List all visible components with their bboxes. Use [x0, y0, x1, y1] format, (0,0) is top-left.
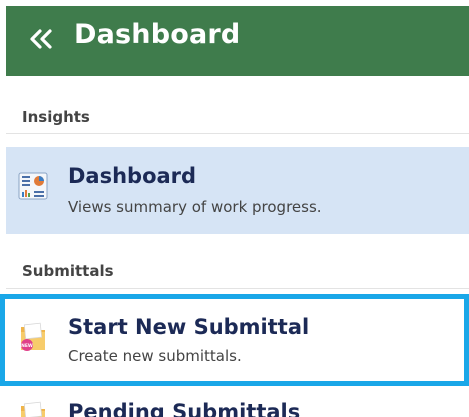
section-label-insights: Insights — [22, 108, 90, 126]
sidebar-item-description: Views summary of work progress. — [68, 198, 322, 216]
divider — [6, 288, 469, 289]
svg-text:NEW: NEW — [21, 343, 33, 349]
sidebar-item-start-new-submittal[interactable]: NEW Start New Submittal Create new submi… — [6, 299, 469, 381]
sidebar-panel: Dashboard Insights Dashboard Views summa… — [0, 0, 469, 417]
dashboard-chart-icon — [18, 171, 48, 201]
page-title: Dashboard — [74, 19, 241, 50]
double-chevron-left-icon[interactable] — [28, 22, 54, 56]
sidebar-item-description: Create new submittals. — [68, 347, 242, 365]
sidebar-header: Dashboard — [6, 6, 469, 76]
new-folder-icon: NEW — [18, 321, 48, 351]
divider — [6, 133, 469, 134]
sidebar-item-dashboard[interactable]: Dashboard Views summary of work progress… — [6, 147, 469, 234]
section-label-submittals: Submittals — [22, 262, 114, 280]
sidebar-item-pending-submittals[interactable]: Pending Submittals — [6, 392, 469, 417]
sidebar-item-title: Dashboard — [68, 164, 197, 188]
sidebar-item-title: Start New Submittal — [68, 315, 310, 339]
folder-icon — [18, 400, 48, 417]
sidebar-item-title: Pending Submittals — [68, 400, 301, 417]
